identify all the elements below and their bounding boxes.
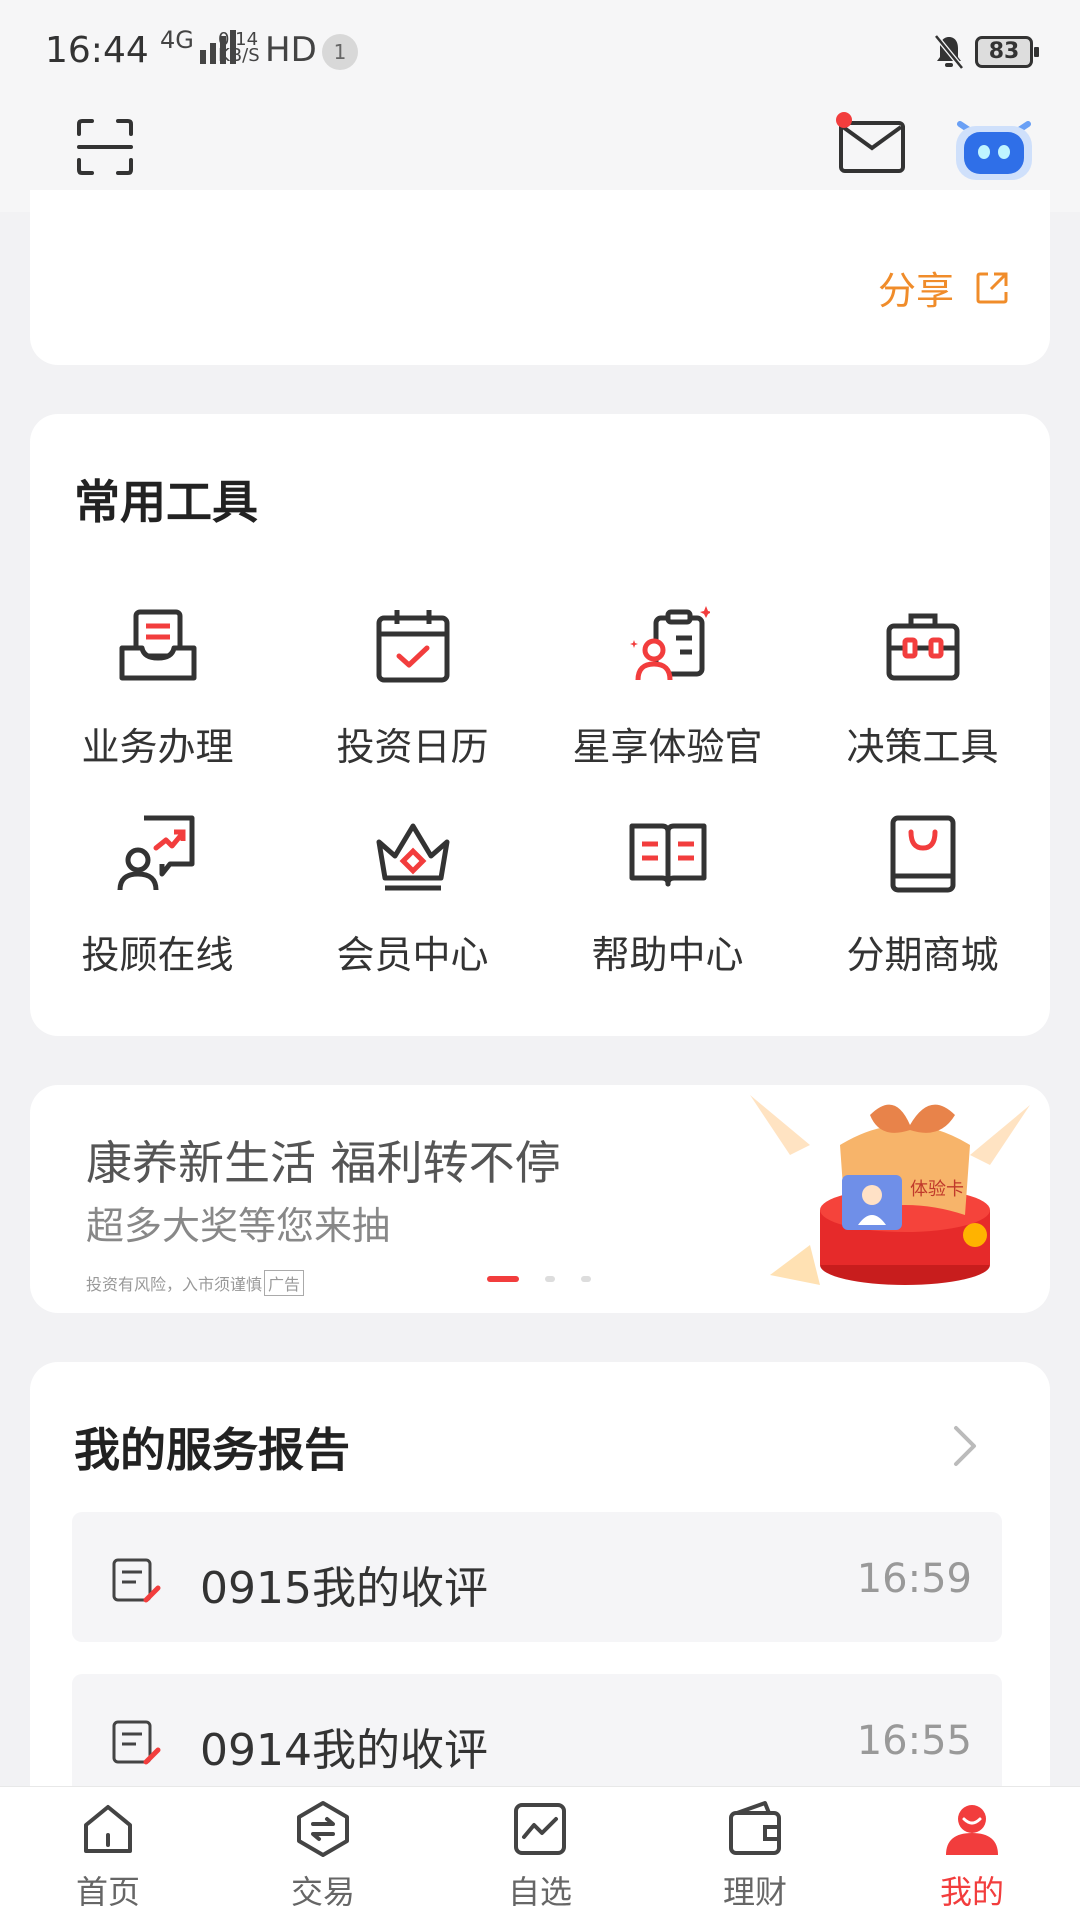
report-title: 0915我的收评: [200, 1563, 488, 1614]
carousel-dot: [581, 1276, 591, 1282]
tool-label: 投顾在线: [81, 933, 234, 977]
wallet-icon: [729, 1801, 781, 1855]
nav-label: 自选: [507, 1873, 572, 1911]
banner-subtitle: 超多大奖等您来抽: [86, 1204, 391, 1248]
advisor-icon: [117, 815, 194, 891]
network-indicator: 4G: [160, 28, 194, 52]
mute-bell-icon: [934, 34, 964, 70]
nav-watchlist[interactable]: 自选: [480, 1799, 600, 1913]
tool-mall[interactable]: 分期商城: [795, 812, 1050, 979]
mail-icon[interactable]: [838, 120, 906, 174]
shopping-bag-icon: [890, 815, 955, 893]
experience-officer-icon: [629, 606, 710, 681]
nav-label: 理财: [722, 1873, 787, 1911]
report-item[interactable]: 0915我的收评 16:59: [72, 1512, 1002, 1642]
unread-dot: [836, 112, 852, 128]
tool-member[interactable]: 会员中心: [285, 812, 540, 979]
tool-help[interactable]: 帮助中心: [540, 812, 795, 979]
notification-count: 1: [322, 34, 358, 70]
banner-title: 康养新生活 福利转不停: [86, 1136, 561, 1190]
report-title: 0914我的收评: [200, 1725, 488, 1776]
report-time: 16:59: [856, 1556, 972, 1602]
external-link-icon: [976, 272, 1008, 303]
profile-card: 分享: [30, 190, 1050, 365]
net-speed-unit: KB/S: [218, 45, 260, 66]
bottom-nav: 首页 交易 自选 理财 我的: [0, 1786, 1080, 1920]
report-document-icon: [112, 1558, 161, 1603]
tool-business[interactable]: 业务办理: [30, 604, 285, 771]
tool-label: 会员中心: [336, 933, 489, 977]
reports-title: 我的服务报告: [74, 1423, 350, 1477]
scan-icon[interactable]: [76, 118, 134, 176]
risk-disclaimer: 投资有风险，入市须谨慎 广告: [86, 1270, 305, 1296]
tools-title: 常用工具: [74, 475, 258, 529]
share-label: 分享: [877, 269, 954, 313]
tool-label: 投资日历: [336, 725, 489, 769]
calendar-icon: [376, 610, 449, 683]
robot-assistant-icon[interactable]: [952, 112, 1036, 182]
chevron-right-icon[interactable]: [950, 1424, 980, 1468]
nav-mine[interactable]: 我的: [912, 1799, 1032, 1913]
risk-text: 投资有风险，入市须谨慎: [86, 1275, 263, 1294]
ad-tag: 广告: [264, 1270, 305, 1296]
carousel-dot-active: [487, 1276, 519, 1282]
status-time: 16:44: [45, 30, 149, 71]
tool-label: 分期商城: [846, 933, 999, 977]
crown-icon: [376, 823, 449, 891]
business-icon: [119, 609, 196, 681]
nav-wealth[interactable]: 理财: [695, 1799, 815, 1913]
hd-indicator: HD: [265, 30, 317, 70]
common-tools-card: 常用工具 业务办理 投资日历 星享体验官 决策工具 投顾在线 会员中心 帮助中心…: [30, 414, 1050, 1036]
report-document-icon: [112, 1720, 161, 1765]
tool-label: 决策工具: [846, 725, 999, 769]
tool-experience-officer[interactable]: 星享体验官: [540, 604, 795, 771]
watchlist-icon: [514, 1803, 566, 1855]
tool-label: 帮助中心: [591, 933, 744, 977]
tool-label: 业务办理: [81, 725, 234, 769]
nav-home[interactable]: 首页: [48, 1799, 168, 1913]
gift-box-illustration: 体验卡: [750, 1095, 1030, 1285]
nav-label: 交易: [290, 1873, 355, 1911]
carousel-dot: [545, 1276, 555, 1282]
tool-decision[interactable]: 决策工具: [795, 604, 1050, 771]
home-icon: [84, 1805, 132, 1853]
gift-card-text: 体验卡: [910, 1179, 964, 1200]
tool-calendar[interactable]: 投资日历: [285, 604, 540, 771]
trade-icon: [297, 1801, 349, 1857]
nav-trade[interactable]: 交易: [263, 1799, 383, 1913]
report-time: 16:55: [856, 1718, 972, 1764]
network-type: 4G: [160, 26, 194, 54]
nav-label: 我的: [939, 1873, 1004, 1911]
net-speed: 0.14 KB/S: [218, 31, 260, 66]
promo-banner[interactable]: 康养新生活 福利转不停 超多大奖等您来抽 投资有风险，入市须谨慎 广告 体验卡: [30, 1085, 1050, 1313]
nav-label: 首页: [75, 1873, 140, 1911]
report-item[interactable]: 0914我的收评 16:55: [72, 1674, 1002, 1804]
status-bar: 16:44 4G 0.14 KB/S HD 1 83: [0, 0, 1080, 100]
tool-advisor[interactable]: 投顾在线: [30, 812, 285, 979]
book-icon: [629, 823, 706, 887]
profile-icon: [946, 1805, 998, 1855]
share-button[interactable]: 分享: [878, 260, 1010, 315]
tool-label: 星享体验官: [572, 725, 763, 769]
battery-indicator: 83: [975, 36, 1039, 68]
toolbox-icon: [886, 613, 959, 681]
